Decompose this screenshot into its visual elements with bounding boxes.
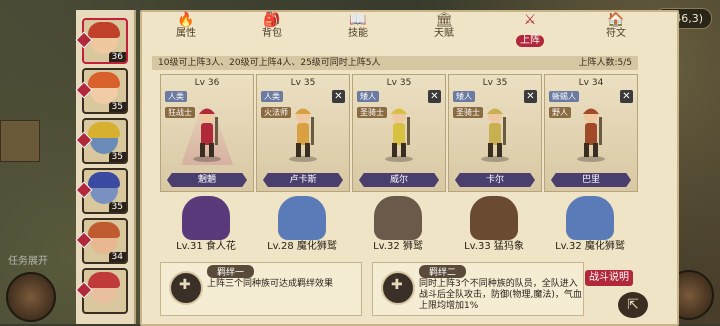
tab-bar: 🔥 属性 🎒 背包 📖 技能 🏛 天赋 ⚔ 上阵 🏠 符文: [148, 12, 668, 47]
remove-hero-close-icon[interactable]: ✕: [428, 90, 441, 103]
tab-label: 符文: [606, 28, 626, 39]
tab-0[interactable]: 🔥 属性: [156, 12, 216, 42]
portrait-level: 35: [108, 152, 126, 162]
mount-label: Lv.31 食人花: [176, 241, 236, 252]
mount-figure: [470, 196, 518, 240]
hero-figure: [187, 103, 227, 163]
hero-slot[interactable]: Lv 36 人类 狂战士 魍魉: [160, 74, 254, 192]
hero-name-banner: 巴里: [551, 173, 631, 187]
tab-label: 天赋: [434, 28, 454, 39]
hero-tag: 人类: [261, 91, 283, 102]
bond-one: 羁绊一 上阵三个同种族可达成羁绊效果: [160, 262, 362, 316]
mount-slot[interactable]: Lv.32 魔化狮鹫: [542, 192, 638, 252]
deploy-rule-text: 10级可上阵3人、20级可上阵4人、25级可同时上阵5人: [158, 58, 381, 68]
tab-5[interactable]: 🏠 符文: [586, 12, 646, 42]
mount-label: Lv.32 魔化狮鹫: [555, 241, 625, 252]
portrait-level: 34: [108, 252, 126, 262]
hero-tag: 矮人: [453, 91, 475, 102]
portrait-hair: [88, 122, 120, 138]
task-expand-label[interactable]: 任务展开: [8, 252, 48, 267]
tab-1[interactable]: 🎒 背包: [242, 12, 302, 42]
remove-hero-close-icon[interactable]: ✕: [620, 90, 633, 103]
portrait-hair: [88, 222, 120, 238]
portrait-hair: [88, 272, 120, 288]
tab-icon: 🔥: [177, 12, 195, 28]
bond-two-icon: [381, 271, 415, 305]
tab-3[interactable]: 🏛 天赋: [414, 12, 474, 42]
hero-tag: 野人: [549, 107, 571, 118]
portrait-level: 35: [108, 202, 126, 212]
hero-tag: 矮人: [357, 91, 379, 102]
mount-figure: [182, 196, 230, 240]
side-tab[interactable]: [0, 120, 40, 162]
hero-name-banner: 卡尔: [455, 173, 535, 187]
hero-name-banner: 魍魉: [167, 173, 247, 187]
bond-one-title: 羁绊一: [207, 265, 255, 278]
back-arrow-icon[interactable]: ⇱: [618, 292, 648, 318]
hero-name-banner: 威尔: [359, 173, 439, 187]
hero-slot[interactable]: Lv 34 蜥蜴人野人 ✕ 巴里: [544, 74, 638, 192]
hero-slot[interactable]: Lv 35 矮人 圣骑士 ✕ 威尔: [352, 74, 446, 192]
mount-figure: [278, 196, 326, 240]
bond-two-title: 羁绊二: [419, 265, 467, 278]
portrait-hair: [88, 172, 120, 188]
hero-level: Lv 35: [290, 78, 316, 88]
menu-round-button-left[interactable]: [6, 272, 56, 322]
mount-label: Lv.32 狮鹫: [373, 241, 423, 252]
tab-label: 技能: [348, 28, 368, 39]
bond-two: 羁绊二 同时上阵3个不同种族的队员，全队进入 战斗后全队攻击，防御(物理,魔法)…: [372, 262, 584, 316]
portrait-hair: [88, 72, 120, 88]
tab-label: 属性: [176, 28, 196, 39]
mount-figure: [374, 196, 422, 240]
hero-level: Lv 36: [194, 78, 220, 88]
mount-label: Lv.28 魔化狮鹫: [267, 241, 337, 252]
portrait-level: 36: [108, 52, 126, 62]
bond-one-icon: [169, 271, 203, 305]
bond-two-text: 同时上阵3个不同种族的队员，全队进入 战斗后全队攻击，防御(物理,魔法)，气血 …: [419, 279, 582, 311]
hero-level: Lv 35: [386, 78, 412, 88]
tab-icon: 📖: [349, 12, 367, 28]
mount-slot[interactable]: Lv.31 食人花: [158, 192, 254, 252]
bond-one-text: 上阵三个同种族可达成羁绊效果: [207, 279, 334, 289]
hero-figure: [379, 103, 419, 163]
tab-label: 上阵: [516, 35, 544, 47]
battle-info-button[interactable]: 战斗说明: [585, 270, 633, 286]
mount-slot[interactable]: Lv.33 猛犸象: [446, 192, 542, 252]
tab-icon: 🏠: [607, 12, 625, 28]
hero-tag: 蜥蜴人: [549, 91, 579, 102]
deploy-count: 上阵人数:5/5: [578, 58, 632, 68]
tab-icon: 🎒: [263, 12, 281, 28]
hero-level: Lv 35: [482, 78, 508, 88]
hero-slot[interactable]: Lv 35 矮人 圣骑士 ✕ 卡尔: [448, 74, 542, 192]
hero-figure: [571, 103, 611, 163]
hero-figure: [475, 103, 515, 163]
portrait-hair: [88, 22, 120, 38]
deploy-rule-bar: 10级可上阵3人、20级可上阵4人、25级可同时上阵5人 上阵人数:5/5: [152, 56, 638, 70]
tab-label: 背包: [262, 28, 282, 39]
hero-slot[interactable]: Lv 35 人类 火法师 ✕ 卢卡斯: [256, 74, 350, 192]
mount-label: Lv.33 猛犸象: [464, 241, 524, 252]
mount-slot[interactable]: Lv.28 魔化狮鹫: [254, 192, 350, 252]
tab-4[interactable]: ⚔ 上阵: [500, 12, 560, 47]
mount-figure: [566, 196, 614, 240]
remove-hero-close-icon[interactable]: ✕: [332, 90, 345, 103]
tab-icon: ⚔: [523, 12, 537, 28]
hero-level: Lv 34: [578, 78, 604, 88]
hero-tag: 人类: [165, 91, 187, 102]
hero-name-banner: 卢卡斯: [263, 173, 343, 187]
tab-icon: 🏛: [435, 12, 453, 28]
mount-slot[interactable]: Lv.32 狮鹫: [350, 192, 446, 252]
remove-hero-close-icon[interactable]: ✕: [524, 90, 537, 103]
hero-figure: [283, 103, 323, 163]
portrait-level: 35: [108, 102, 126, 112]
tab-2[interactable]: 📖 技能: [328, 12, 388, 42]
